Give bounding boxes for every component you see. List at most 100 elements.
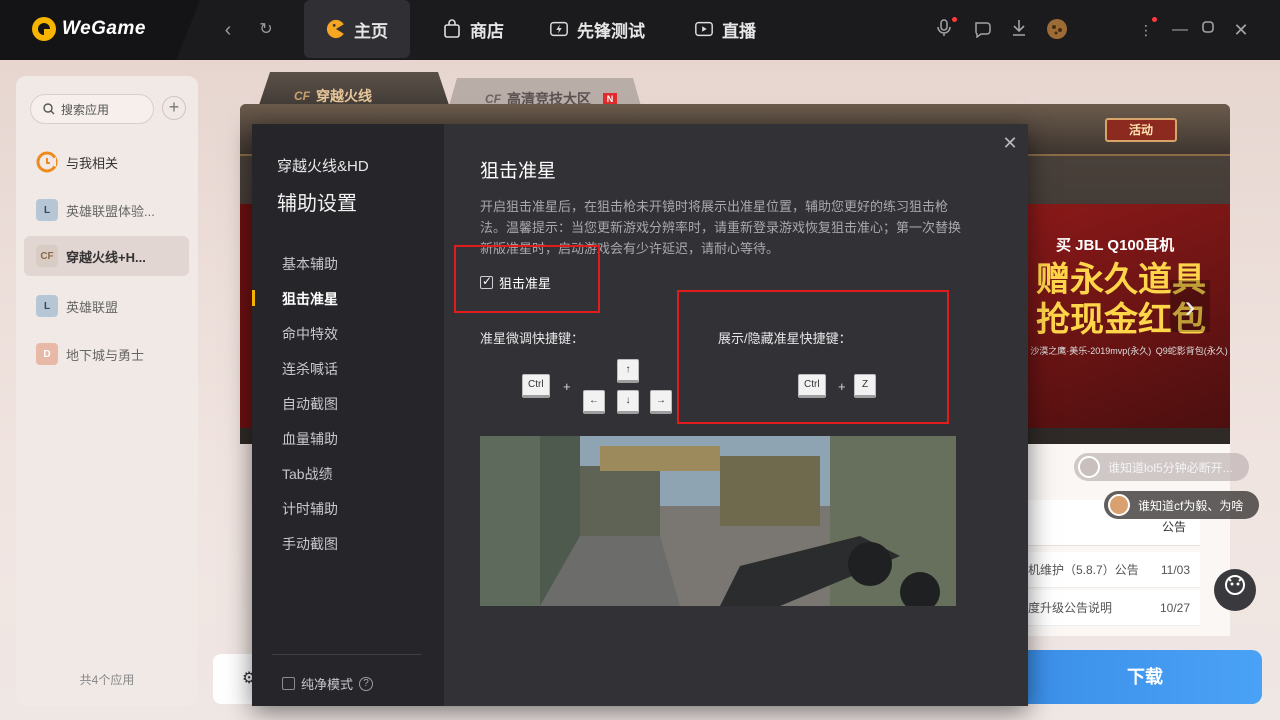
nav-timer-assist[interactable]: 计时辅助: [282, 499, 338, 519]
sidebar-item-label: 英雄联盟: [66, 299, 119, 315]
help-icon[interactable]: ?: [359, 676, 374, 691]
lol-icon: L: [36, 295, 58, 317]
tab-store-label: 商店: [470, 21, 504, 41]
highlight-box: [677, 290, 949, 424]
user-avatar[interactable]: [1045, 18, 1069, 42]
fine-tune-label: 准星微调快捷键：: [480, 331, 585, 346]
sidebar-item-dnf[interactable]: D 地下城与勇士: [24, 334, 189, 374]
play-icon: [694, 19, 714, 39]
assistant-icon[interactable]: [1214, 569, 1256, 611]
pure-mode-toggle[interactable]: 纯净模式 ?: [282, 674, 374, 693]
sidebar-item-label: 穿越火线+H...: [66, 249, 146, 265]
key-right[interactable]: →: [650, 390, 672, 414]
active-nav-marker: [252, 290, 255, 306]
news-title: 度升级公告说明: [1028, 601, 1113, 615]
nav-auto-screenshot[interactable]: 自动截图: [282, 394, 338, 414]
nav-health-assist[interactable]: 血量辅助: [282, 429, 338, 449]
app-count: 共4个应用: [79, 673, 135, 687]
promo-item: 沙漠之鹰·美乐-2019mvp(永久): [1030, 346, 1152, 356]
promo-line1: 买 JBL Q100耳机: [1056, 237, 1175, 254]
news-row[interactable]: 度升级公告说明 10/27: [1028, 590, 1200, 626]
highlight-box: [454, 245, 600, 313]
news-date: 11/03: [1160, 562, 1190, 577]
dialog-heading: 辅助设置: [277, 193, 357, 215]
tab-store[interactable]: 商店: [420, 0, 526, 58]
activity-button[interactable]: 活动: [1105, 118, 1177, 142]
tab-pioneer-label: 先锋测试: [577, 21, 645, 41]
pure-mode-label: 纯净模式: [301, 677, 354, 692]
assist-settings-dialog: 穿越火线&HD 辅助设置 基本辅助 狙击准星 命中特效 连杀喊话 自动截图 血量…: [252, 124, 1028, 706]
sidebar-item-label: 英雄联盟体验...: [66, 203, 155, 219]
refresh-icon[interactable]: ↻: [254, 18, 278, 42]
settings-content: 狙击准星 开启狙击准星后，在狙击枪未开镜时将展示出准星位置，辅助您更好的练习狙击…: [454, 124, 1000, 706]
download-button[interactable]: 下载: [1028, 650, 1262, 704]
wegame-logo[interactable]: WeGame: [32, 17, 146, 41]
nav-kill-callout[interactable]: 连杀喊话: [282, 359, 338, 379]
news-title: 机维护（5.8.7）公告: [1028, 563, 1139, 577]
dnf-icon: D: [36, 343, 58, 365]
download-manager-icon[interactable]: [1007, 18, 1031, 42]
search-icon: [43, 103, 55, 115]
sidebar-item-lol-test[interactable]: L 英雄联盟体验...: [24, 190, 189, 230]
key-up[interactable]: ↑: [617, 359, 639, 383]
title-bar: WeGame ‹ ↻ 主页 商店 先锋测试 直播 ⋮ — ✕: [0, 0, 1280, 60]
wegame-related-icon: [36, 151, 58, 173]
pure-mode-checkbox[interactable]: [282, 677, 295, 690]
menu-notification-dot: [1152, 17, 1157, 22]
notification-dot: [952, 17, 957, 22]
tab-home[interactable]: 主页: [304, 0, 410, 58]
tab-pioneer-test[interactable]: 先锋测试: [527, 0, 667, 58]
sidebar: 搜索应用 + 与我相关 L 英雄联盟体验... CF 穿越火线+H... L 英…: [16, 76, 198, 706]
section-title: 狙击准星: [480, 161, 557, 182]
avatar: [1078, 456, 1100, 478]
sidebar-item-related[interactable]: 与我相关: [24, 142, 189, 182]
key-down[interactable]: ↓: [617, 390, 639, 414]
settings-nav: 穿越火线&HD 辅助设置 基本辅助 狙击准星 命中特效 连杀喊话 自动截图 血量…: [252, 124, 444, 706]
sidebar-item-cf[interactable]: CF 穿越火线+H...: [24, 236, 189, 276]
lol-icon: L: [36, 199, 58, 221]
news-date: 10/27: [1159, 600, 1190, 615]
chevron-right-icon[interactable]: ›: [1170, 280, 1210, 332]
maximize-icon[interactable]: [1196, 18, 1220, 42]
app-name: WeGame: [62, 18, 146, 39]
close-icon[interactable]: ✕: [1001, 134, 1019, 152]
search-input[interactable]: 搜索应用: [30, 94, 154, 124]
sidebar-item-label: 地下城与勇士: [66, 347, 145, 363]
chat-bubble[interactable]: 谁知道lol5分钟必断开...: [1074, 453, 1249, 481]
flash-test-icon: [549, 19, 569, 39]
dialog-game-name: 穿越火线&HD: [277, 158, 369, 175]
promo-items: 沙漠之鹰·美乐-2019mvp(永久) Q9蛇影背包(永久): [1028, 344, 1230, 357]
key-ctrl[interactable]: Ctrl: [522, 374, 550, 398]
sidebar-item-lol[interactable]: L 英雄联盟: [24, 286, 189, 326]
cf-icon: CF: [36, 245, 58, 267]
sidebar-item-label: 与我相关: [66, 155, 119, 171]
tab-live-label: 直播: [722, 21, 756, 41]
back-arrow-icon[interactable]: ‹: [216, 18, 240, 42]
nav-manual-screenshot[interactable]: 手动截图: [282, 534, 338, 554]
close-window-icon[interactable]: ✕: [1229, 18, 1253, 42]
chat-bubble-text: 谁知道cf为毅、为啥: [1138, 498, 1244, 513]
nav-tab-stats[interactable]: Tab战绩: [282, 464, 333, 484]
wegame-logo-icon: [32, 17, 56, 41]
promo-item: Q9蛇影背包(永久): [1155, 346, 1228, 356]
crosshair-preview-image: [480, 436, 956, 606]
chat-icon[interactable]: [971, 18, 995, 42]
cf-logo-icon: CF: [294, 89, 310, 103]
news-row[interactable]: 机维护（5.8.7）公告 11/03: [1028, 552, 1200, 588]
nav-sniper-crosshair[interactable]: 狙击准星: [282, 289, 338, 309]
nav-basic-assist[interactable]: 基本辅助: [282, 254, 338, 274]
shopping-bag-icon: [442, 19, 462, 39]
tab-cf-label: 穿越火线: [316, 88, 372, 104]
minimize-icon[interactable]: —: [1168, 18, 1192, 42]
avatar: [1108, 494, 1130, 516]
tab-home-label: 主页: [354, 21, 388, 41]
search-placeholder: 搜索应用: [61, 102, 110, 117]
chat-bubble-text: 谁知道lol5分钟必断开...: [1108, 460, 1233, 475]
nav-hit-effect[interactable]: 命中特效: [282, 324, 338, 344]
tab-live[interactable]: 直播: [672, 0, 778, 58]
nav-divider: [272, 654, 422, 655]
key-left[interactable]: ←: [583, 390, 605, 414]
chat-bubble[interactable]: 谁知道cf为毅、为啥: [1104, 491, 1260, 519]
plus-sign: +: [563, 379, 571, 394]
add-app-button[interactable]: +: [162, 96, 186, 120]
